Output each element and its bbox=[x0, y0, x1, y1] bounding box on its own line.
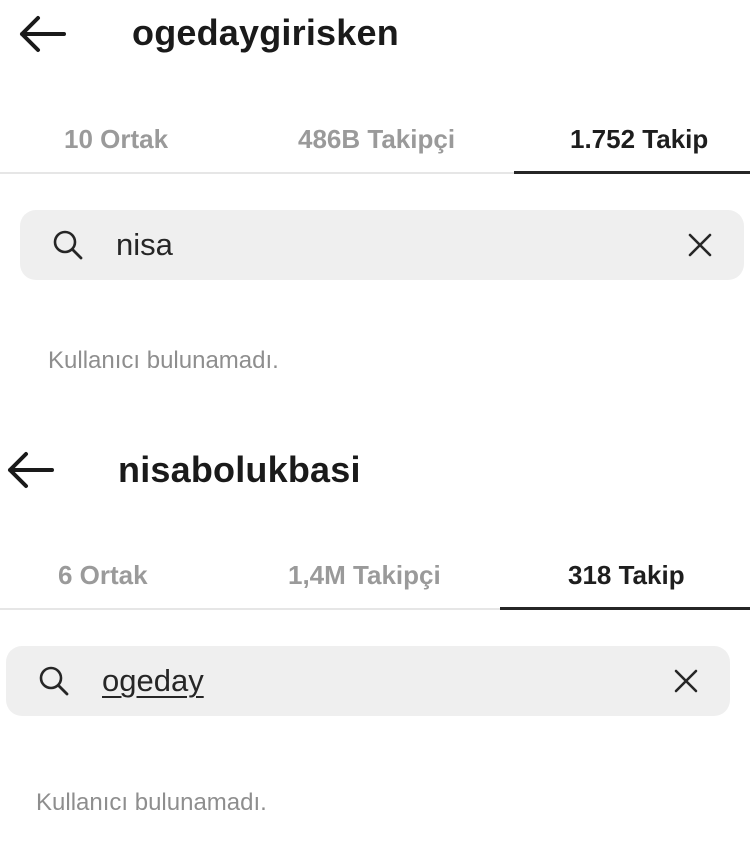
following-screen-2: nisabolukbasi 6 Ortak 1,4M Takipçi 318 T… bbox=[0, 420, 750, 846]
tab-following[interactable]: 318 Takip bbox=[568, 542, 685, 608]
search-input[interactable]: nisa bbox=[116, 210, 173, 280]
tab-mutual[interactable]: 6 Ortak bbox=[58, 542, 148, 608]
search-bar[interactable]: ogeday bbox=[6, 646, 730, 716]
follow-tabs: 6 Ortak 1,4M Takipçi 318 Takip bbox=[0, 542, 750, 610]
follow-tabs: 10 Ortak 486B Takipçi 1.752 Takip bbox=[0, 106, 750, 174]
active-tab-indicator bbox=[500, 607, 750, 610]
search-input[interactable]: ogeday bbox=[102, 646, 204, 716]
tab-followers[interactable]: 486B Takipçi bbox=[298, 106, 455, 172]
following-screen-1: ogedaygirisken 10 Ortak 486B Takipçi 1.7… bbox=[0, 0, 750, 420]
search-icon bbox=[52, 229, 84, 261]
close-icon[interactable] bbox=[672, 667, 700, 695]
search-bar[interactable]: nisa bbox=[20, 210, 744, 280]
active-tab-indicator bbox=[514, 171, 750, 174]
top-bar: ogedaygirisken bbox=[0, 0, 750, 70]
no-results-message: Kullanıcı bulunamadı. bbox=[36, 789, 267, 816]
profile-username: nisabolukbasi bbox=[118, 449, 361, 490]
top-bar: nisabolukbasi bbox=[0, 420, 750, 490]
profile-username: ogedaygirisken bbox=[132, 12, 399, 53]
back-arrow-icon[interactable] bbox=[4, 450, 56, 490]
no-results-message: Kullanıcı bulunamadı. bbox=[48, 347, 279, 374]
close-icon[interactable] bbox=[686, 231, 714, 259]
tab-following[interactable]: 1.752 Takip bbox=[570, 106, 708, 172]
tab-followers[interactable]: 1,4M Takipçi bbox=[288, 542, 441, 608]
tab-mutual[interactable]: 10 Ortak bbox=[64, 106, 168, 172]
search-icon bbox=[38, 665, 70, 697]
back-arrow-icon[interactable] bbox=[16, 14, 68, 54]
